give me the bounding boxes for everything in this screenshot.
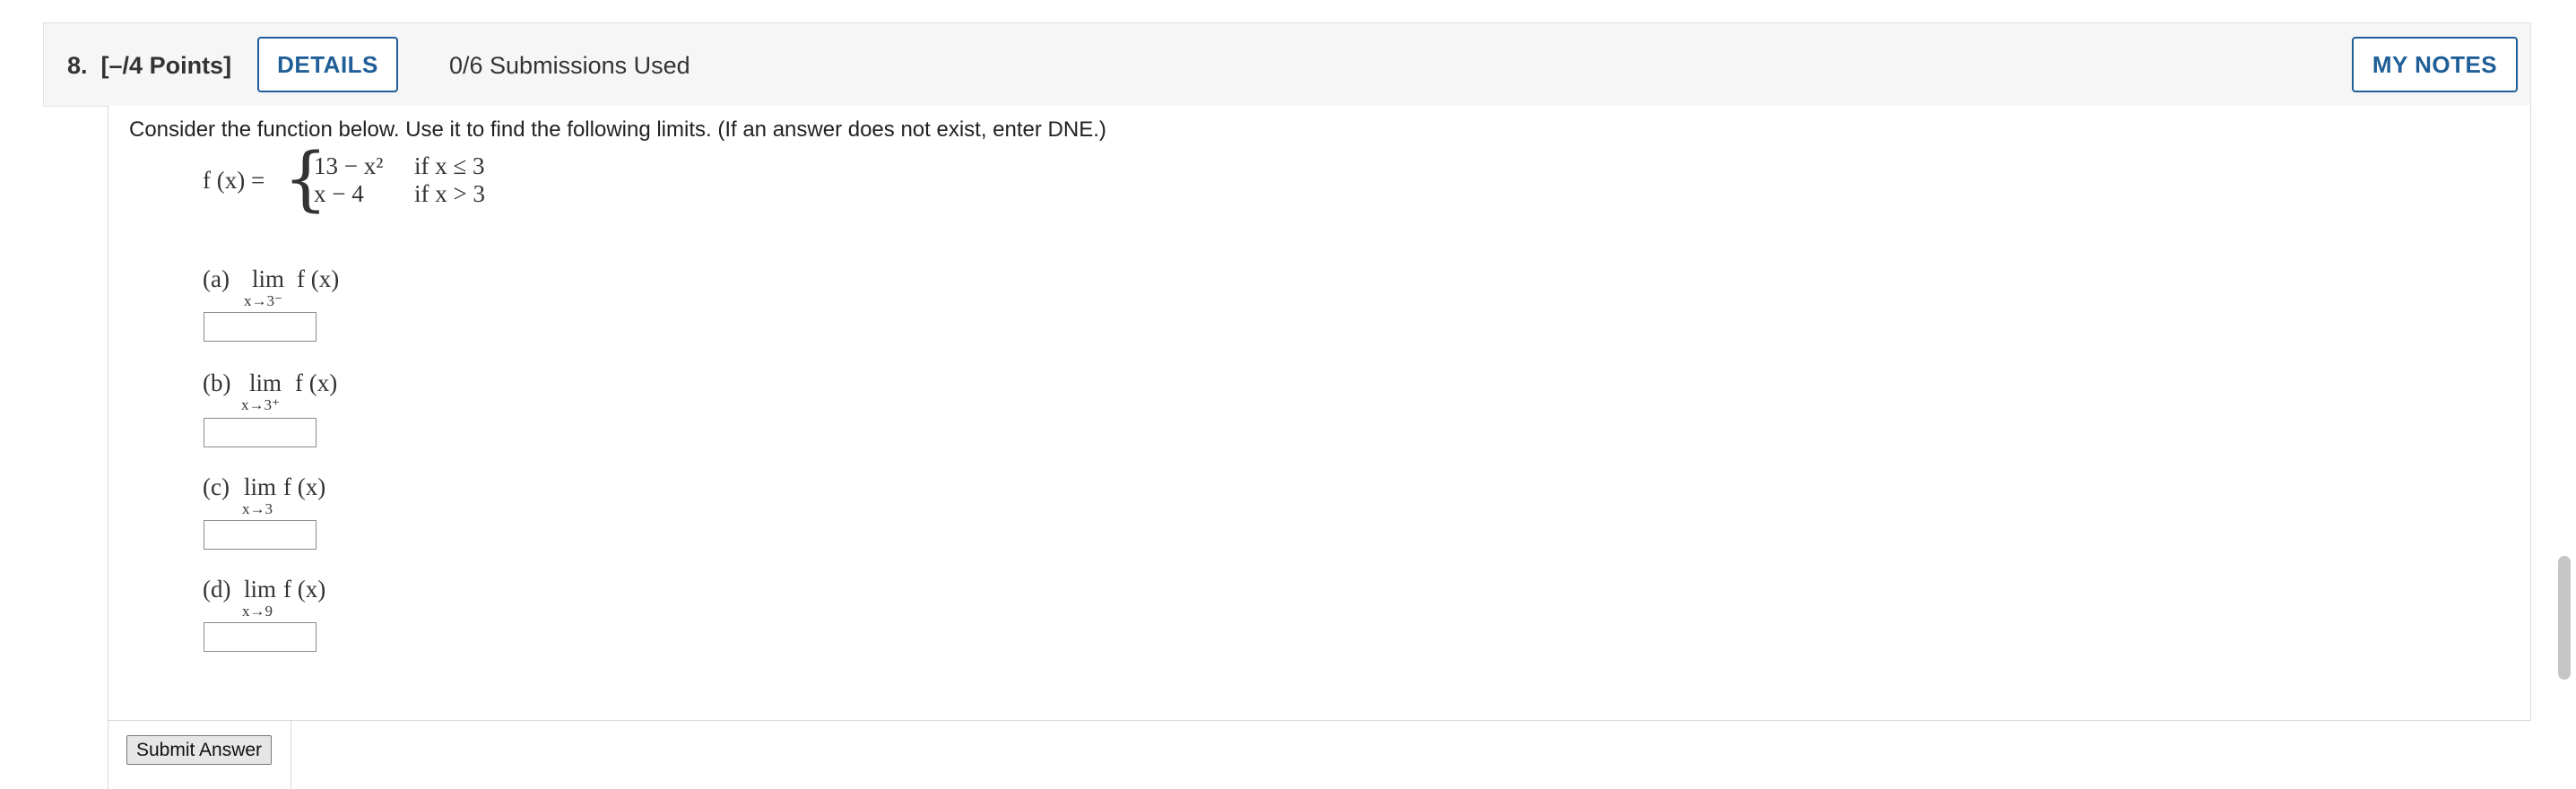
case2-expression: x − 4 <box>314 180 364 207</box>
my-notes-button[interactable]: MY NOTES <box>2352 37 2518 92</box>
limit-function: f (x) <box>283 576 326 603</box>
case2-condition: if x > 3 <box>414 180 485 207</box>
limit-operator: lim <box>244 473 277 500</box>
page-scrollbar[interactable] <box>2558 556 2571 680</box>
question-prompt: Consider the function below. Use it to f… <box>129 117 1106 142</box>
part-label: (d) <box>203 576 231 603</box>
limit-function: f (x) <box>297 265 340 292</box>
part-label: (c) <box>203 473 230 500</box>
limit-function: f (x) <box>283 473 326 500</box>
limit-approach: x→3⁻ <box>244 292 282 309</box>
answer-input-c[interactable] <box>204 520 317 550</box>
limit-operator: lim <box>249 369 282 396</box>
submissions-used: 0/6 Submissions Used <box>449 52 690 79</box>
case1-expression: 13 − x² <box>314 152 384 179</box>
answer-input-a[interactable] <box>204 312 317 342</box>
submit-answer-button[interactable]: Submit Answer <box>126 735 272 765</box>
limit-approach: x→3⁺ <box>241 396 280 413</box>
limit-operator: lim <box>244 576 277 603</box>
answer-input-b[interactable] <box>204 418 317 447</box>
details-button[interactable]: DETAILS <box>257 37 398 92</box>
question-header: 8. [–/4 Points] DETAILS 0/6 Submissions … <box>43 22 2531 107</box>
limit-approach: x→9 <box>242 603 273 620</box>
part-label: (b) <box>203 369 231 396</box>
limit-operator: lim <box>252 265 285 292</box>
limit-function: f (x) <box>295 369 338 396</box>
case1-condition: if x ≤ 3 <box>414 152 485 179</box>
answer-input-d[interactable] <box>204 622 317 652</box>
limit-approach: x→3 <box>242 500 273 517</box>
function-lhs: f (x) = <box>203 167 265 194</box>
question-title: 8. [–/4 Points] <box>67 52 232 79</box>
part-label: (a) <box>203 265 230 292</box>
